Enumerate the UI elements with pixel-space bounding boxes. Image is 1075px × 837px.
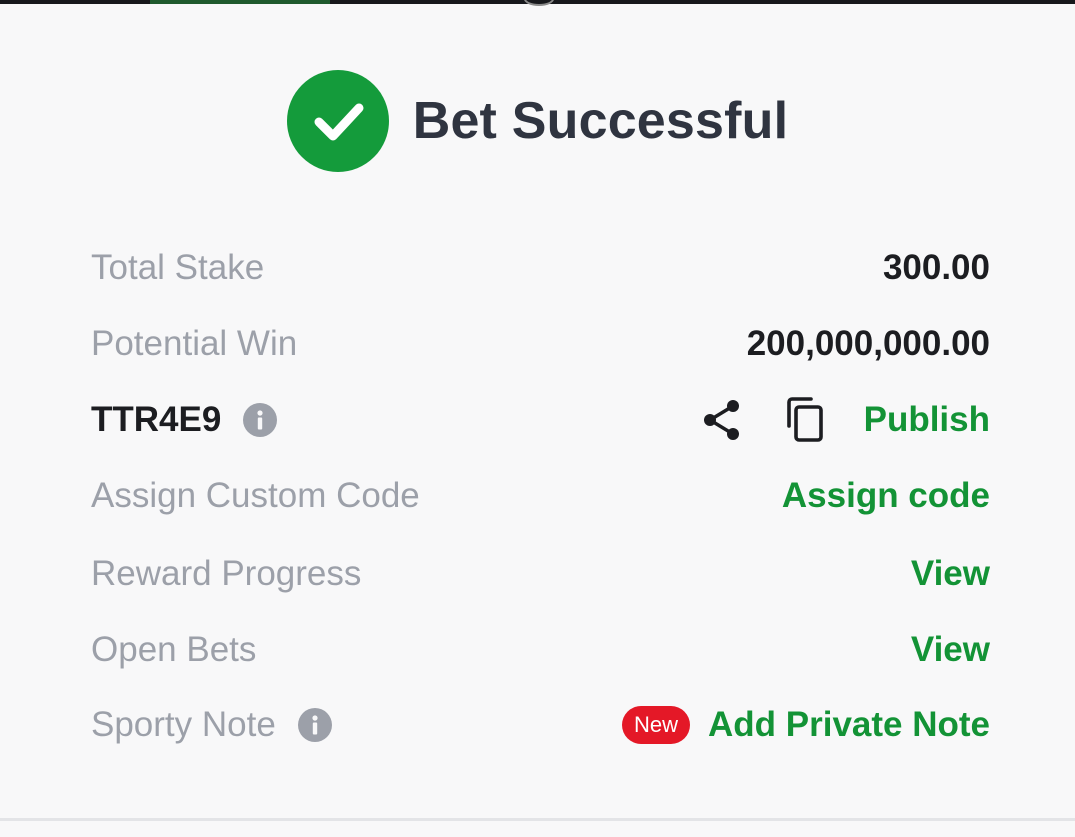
open-bets-label: Open Bets (91, 630, 257, 669)
bottom-divider (0, 818, 1075, 821)
add-private-note-link[interactable]: Add Private Note (708, 705, 990, 745)
check-circle-icon (286, 70, 389, 172)
success-header: Bet Successful (0, 70, 1075, 172)
assign-code-link[interactable]: Assign code (782, 476, 990, 516)
booking-actions: Publish (700, 396, 990, 444)
new-badge: New (621, 706, 690, 744)
copy-icon[interactable] (782, 396, 826, 444)
sporty-note-row: Sporty Note New Add Private Note (91, 687, 990, 763)
booking-code-row: TTR4E9 Publish (91, 382, 990, 458)
potential-win-label: Potential Win (91, 324, 298, 363)
custom-code-row: Assign Custom Code Assign code (91, 458, 990, 534)
sporty-note-label: Sporty Note (91, 705, 276, 744)
reward-progress-row: Reward Progress View (91, 536, 990, 612)
potential-win-row: Potential Win 200,000,000.00 (91, 306, 990, 382)
info-icon[interactable] (243, 403, 278, 437)
booking-code-group: TTR4E9 (91, 400, 278, 440)
page-title: Bet Successful (412, 92, 789, 150)
share-icon[interactable] (700, 396, 744, 444)
sporty-note-actions: New Add Private Note (621, 705, 990, 745)
booking-code: TTR4E9 (91, 400, 222, 439)
total-stake-value: 300.00 (882, 248, 990, 287)
info-icon[interactable] (297, 708, 332, 742)
top-edge-accent (150, 0, 330, 4)
total-stake-row: Total Stake 300.00 (91, 230, 990, 306)
potential-win-value: 200,000,000.00 (746, 324, 990, 363)
custom-code-label: Assign Custom Code (91, 476, 420, 515)
reward-progress-view-link[interactable]: View (911, 554, 990, 594)
publish-link[interactable]: Publish (864, 400, 990, 440)
open-bets-view-link[interactable]: View (911, 630, 990, 670)
reward-progress-label: Reward Progress (91, 554, 362, 593)
total-stake-label: Total Stake (91, 248, 265, 287)
open-bets-row: Open Bets View (91, 612, 990, 688)
sporty-note-group: Sporty Note (91, 705, 332, 745)
drag-handle (524, 0, 554, 6)
